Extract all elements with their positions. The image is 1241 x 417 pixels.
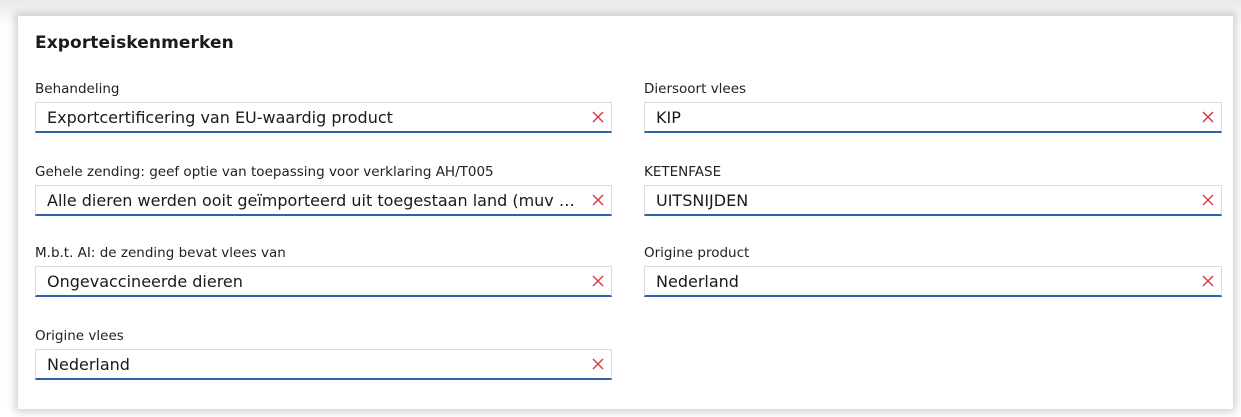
mbt-ai-label: M.b.t. AI: de zending bevat vlees van [35, 245, 286, 261]
origine-product-field: Origine product Nederland [644, 244, 1222, 297]
close-icon[interactable] [1201, 274, 1215, 288]
origine-vlees-label: Origine vlees [35, 328, 124, 344]
diersoort-vlees-value: KIP [656, 108, 681, 127]
origine-product-label: Origine product [644, 245, 750, 261]
origine-product-select[interactable]: Nederland [644, 266, 1222, 297]
ketenfase-value: UITSNIJDEN [656, 191, 749, 210]
behandeling-value: Exportcertificering van EU-waardig produ… [47, 108, 393, 127]
origine-product-value: Nederland [656, 272, 739, 291]
behandeling-select[interactable]: Exportcertificering van EU-waardig produ… [35, 102, 612, 133]
behandeling-label: Behandeling [35, 81, 120, 97]
close-icon[interactable] [591, 110, 605, 124]
panel-title: Exporteiskenmerken [35, 33, 234, 53]
gehele-zending-field: Gehele zending: geef optie van toepassin… [35, 163, 612, 216]
gehele-zending-label: Gehele zending: geef optie van toepassin… [35, 164, 494, 180]
diersoort-vlees-field: Diersoort vlees KIP [644, 80, 1222, 133]
close-icon[interactable] [591, 274, 605, 288]
behandeling-field: Behandeling Exportcertificering van EU-w… [35, 80, 612, 133]
diersoort-vlees-label: Diersoort vlees [644, 81, 747, 97]
close-icon[interactable] [591, 193, 605, 207]
origine-vlees-value: Nederland [47, 355, 130, 374]
gehele-zending-value: Alle dieren werden ooit geïmporteerd uit… [47, 191, 581, 210]
origine-vlees-field: Origine vlees Nederland [35, 327, 612, 380]
close-icon[interactable] [1201, 193, 1215, 207]
gehele-zending-select[interactable]: Alle dieren werden ooit geïmporteerd uit… [35, 185, 612, 216]
close-icon[interactable] [591, 357, 605, 371]
ketenfase-label: KETENFASE [644, 164, 722, 180]
ketenfase-field: KETENFASE UITSNIJDEN [644, 163, 1222, 216]
mbt-ai-select[interactable]: Ongevaccineerde dieren [35, 266, 612, 297]
close-icon[interactable] [1201, 110, 1215, 124]
origine-vlees-select[interactable]: Nederland [35, 349, 612, 380]
mbt-ai-field: M.b.t. AI: de zending bevat vlees van On… [35, 244, 612, 297]
mbt-ai-value: Ongevaccineerde dieren [47, 272, 243, 291]
exporteiskenmerken-panel: Exporteiskenmerken Behandeling Exportcer… [18, 16, 1233, 409]
ketenfase-select[interactable]: UITSNIJDEN [644, 185, 1222, 216]
diersoort-vlees-select[interactable]: KIP [644, 102, 1222, 133]
